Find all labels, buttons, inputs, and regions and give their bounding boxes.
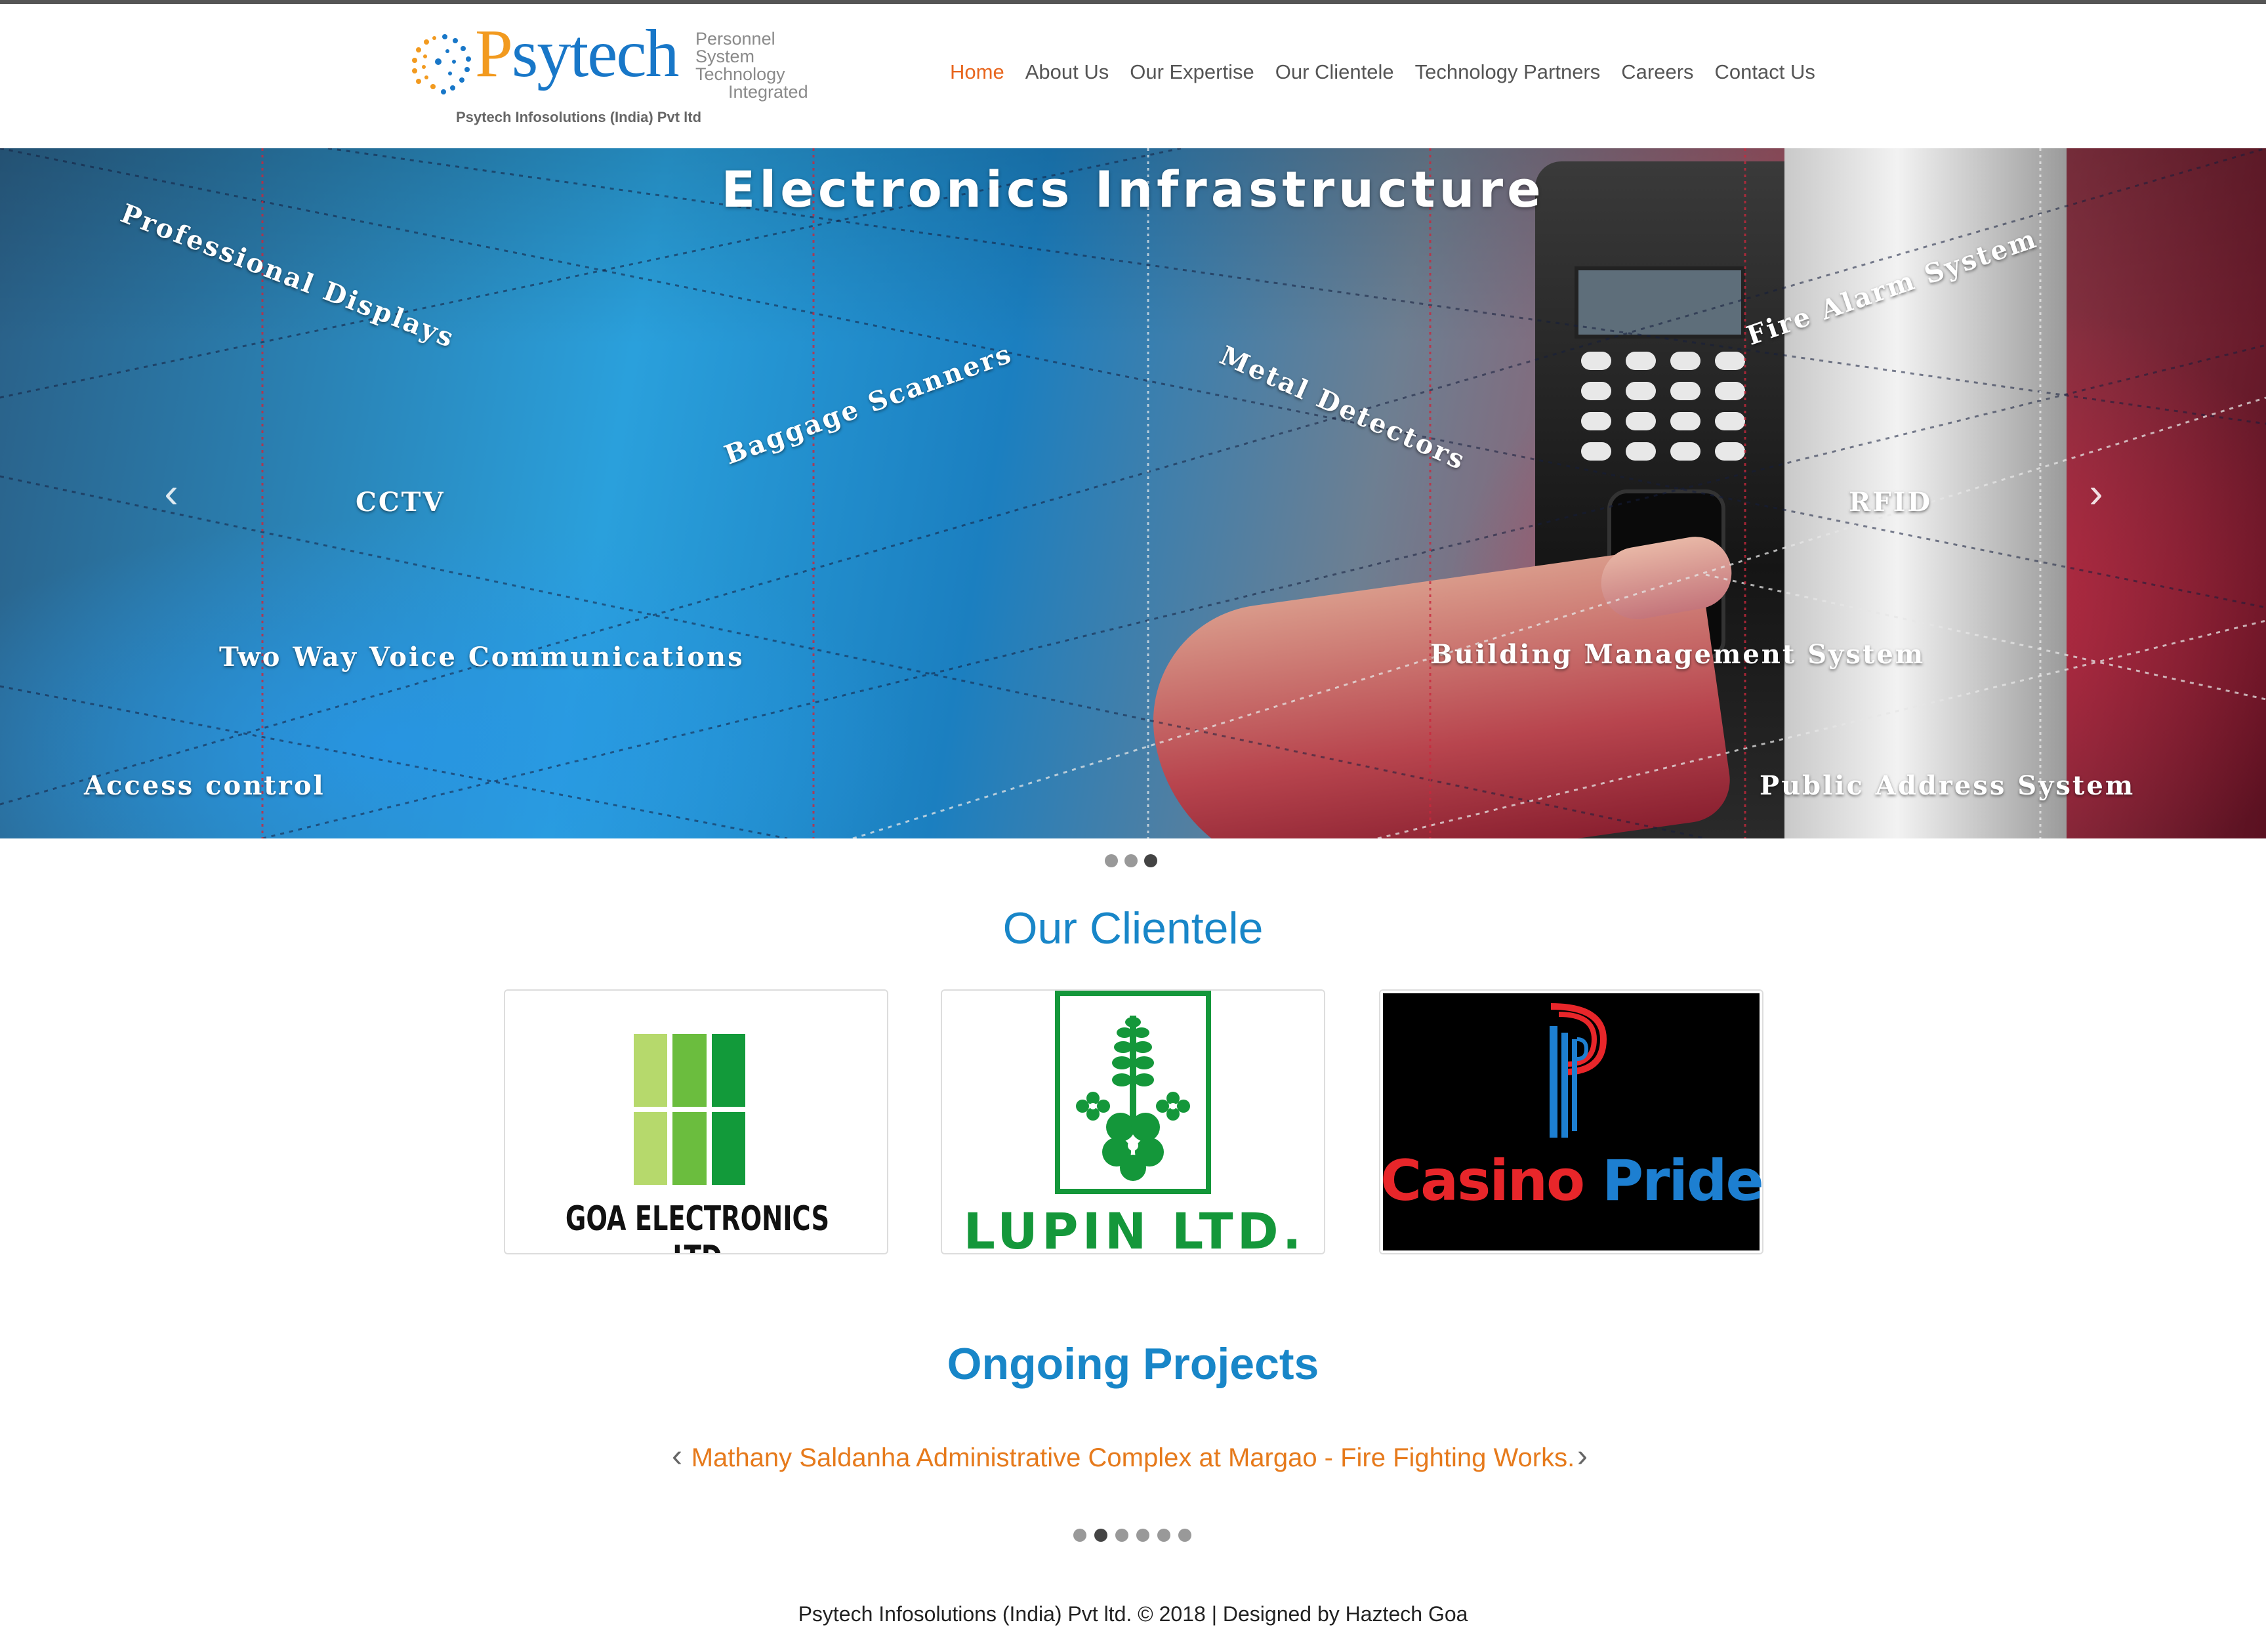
client-card-casino-pride[interactable]: Casino Pride [1379, 989, 1763, 1254]
chevron-right-icon: › [2089, 469, 2103, 516]
logo-tagline-line: System [695, 47, 755, 66]
project-slide-dot[interactable] [1115, 1529, 1128, 1542]
main-nav: Home About Us Our Expertise Our Clientel… [939, 59, 1826, 85]
project-item[interactable]: Mathany Saldanha Administrative Complex … [0, 1443, 2266, 1473]
lupin-flower-icon [1076, 1016, 1190, 1181]
logo-tagline-line: Personnel [695, 29, 775, 49]
nav-contact-us[interactable]: Contact Us [1704, 59, 1826, 85]
chevron-left-icon: ‹ [164, 469, 178, 516]
hero-prev-button[interactable]: ‹ [155, 470, 188, 516]
projects-next-button[interactable]: › [1577, 1438, 1588, 1475]
hero-label-public-address: Public Address System [1760, 770, 2135, 801]
logo-tagline-line: Technology [695, 64, 785, 84]
nav-technology-partners[interactable]: Technology Partners [1405, 59, 1611, 85]
logo-word-first: P [475, 16, 513, 91]
hero-label-two-way-voice: Two Way Voice Communications [219, 642, 745, 672]
hero-label-rfid: RFID [1849, 487, 1933, 518]
hero-slide-dot[interactable] [1105, 854, 1118, 867]
client-name: Casino Pride [1380, 1148, 1762, 1214]
hero-slide-dot-active[interactable] [1144, 854, 1157, 867]
project-slide-dot[interactable] [1073, 1529, 1086, 1542]
client-name-part: Pride [1602, 1148, 1763, 1214]
logo-wordmark: Psytech [475, 20, 680, 88]
nav-our-clientele[interactable]: Our Clientele [1265, 59, 1405, 85]
nav-our-expertise[interactable]: Our Expertise [1119, 59, 1265, 85]
project-slide-dot-active[interactable] [1094, 1529, 1107, 1542]
logo-tagline: Personnel System Technology Integrated [695, 30, 808, 101]
psytech-logo[interactable]: Psytech Personnel System Technology Inte… [407, 20, 814, 135]
nav-home[interactable]: Home [939, 59, 1015, 85]
logo-word-rest: sytech [511, 16, 680, 91]
hero-slide-indicators [1105, 854, 1157, 867]
lupin-logo-frame [1055, 991, 1211, 1194]
hero-label-cctv: CCTV [356, 487, 445, 518]
casino-pride-p-icon [1550, 1003, 1607, 1138]
client-name: LUPIN LTD. [963, 1202, 1306, 1254]
project-slide-dot[interactable] [1136, 1529, 1149, 1542]
logo-tagline-line: Integrated [728, 82, 808, 102]
nav-careers[interactable]: Careers [1611, 59, 1704, 85]
hero-label-access-control: Access control [84, 770, 325, 801]
project-slide-indicators [1073, 1529, 1191, 1542]
footer-text: Psytech Infosolutions (India) Pvt ltd. ©… [798, 1602, 1468, 1626]
hero-title: Electronics Infrastructure [721, 160, 1545, 218]
nav-about-us[interactable]: About Us [1015, 59, 1120, 85]
ongoing-projects-title: Ongoing Projects [947, 1339, 1319, 1389]
client-card-lupin[interactable]: LUPIN LTD. [941, 989, 1325, 1254]
chevron-right-icon: › [1577, 1439, 1588, 1474]
company-subtitle: Psytech Infosolutions (India) Pvt ltd [456, 109, 702, 125]
project-slide-dot[interactable] [1157, 1529, 1170, 1542]
client-card-goa-electronics[interactable]: GOA ELECTRONICS LTD [504, 989, 888, 1254]
logo-globe-icon [412, 34, 471, 94]
client-name: GOA ELECTRONICS LTD [565, 1199, 830, 1253]
goa-electronics-logo [634, 1034, 745, 1185]
clientele-title: Our Clientele [1002, 903, 1264, 953]
hero-next-button[interactable]: › [2080, 470, 2112, 516]
project-slide-dot[interactable] [1178, 1529, 1191, 1542]
hero-slide-dot[interactable] [1124, 854, 1138, 867]
hero-label-building-management: Building Management System [1430, 639, 1926, 670]
site-header: Psytech Personnel System Technology Inte… [0, 4, 2266, 148]
hero-slider: Electronics Infrastructure Professional … [0, 148, 2266, 838]
client-name-part: Casino [1380, 1148, 1585, 1214]
